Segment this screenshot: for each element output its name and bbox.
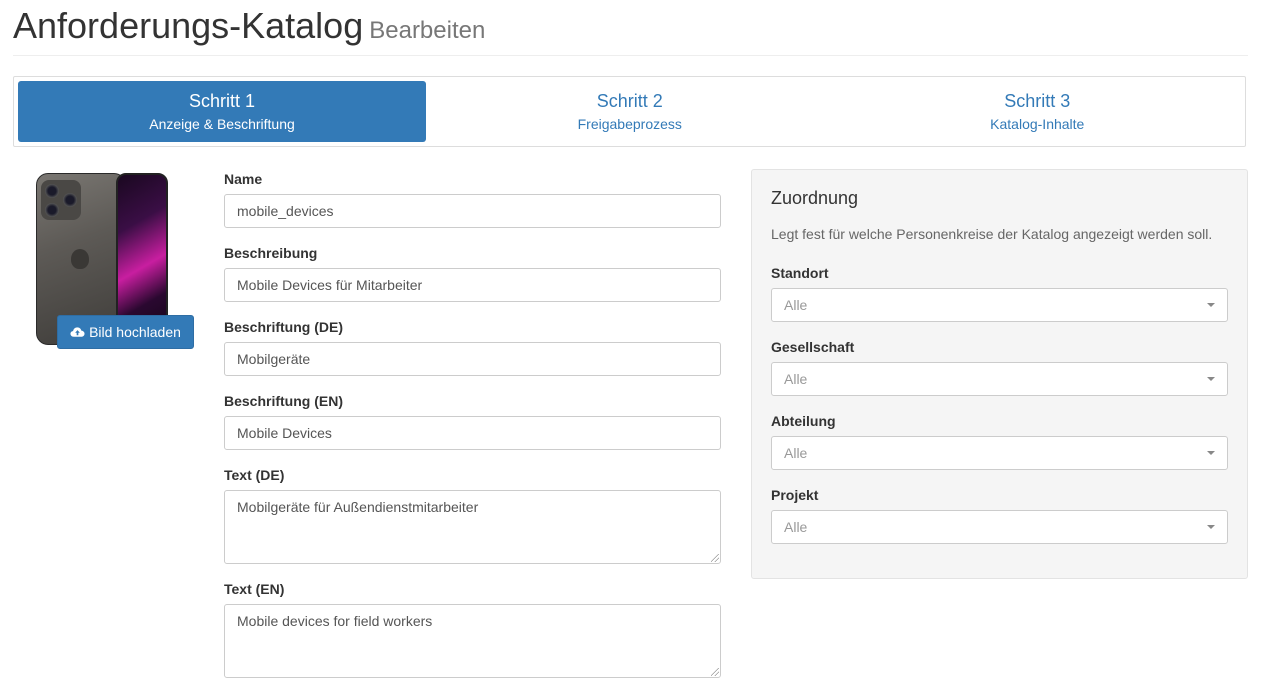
text-de-textarea[interactable]: Mobilgeräte für Außendienstmitarbeiter	[224, 490, 721, 564]
text-de-label: Text (DE)	[224, 467, 285, 483]
project-label: Projekt	[771, 487, 819, 503]
page-header: Anforderungs-Katalog Bearbeiten	[13, 6, 1248, 56]
wizard-step-3[interactable]: Schritt 3 Katalog-Inhalte	[834, 81, 1242, 142]
text-en-textarea[interactable]: Mobile devices for field workers	[224, 604, 721, 678]
step-title: Schritt 3	[1004, 90, 1071, 111]
step-subtitle: Freigabeprozess	[577, 115, 682, 132]
resize-handle[interactable]	[711, 668, 719, 676]
caption-en-input[interactable]: Mobile Devices	[224, 416, 721, 450]
apple-logo	[71, 249, 89, 269]
chevron-down-icon	[1207, 377, 1215, 381]
name-label: Name	[224, 171, 263, 187]
wizard-step-2[interactable]: Schritt 2 Freigabeprozess	[426, 81, 834, 142]
select-value: Alle	[784, 445, 808, 461]
wizard-steps: Schritt 1 Anzeige & Beschriftung Schritt…	[13, 76, 1246, 147]
step-subtitle: Katalog-Inhalte	[990, 115, 1085, 132]
location-label: Standort	[771, 265, 829, 281]
resize-handle[interactable]	[711, 554, 719, 562]
description-input[interactable]: Mobile Devices für Mitarbeiter	[224, 268, 721, 302]
select-value: Alle	[784, 371, 808, 387]
step-subtitle: Anzeige & Beschriftung	[149, 115, 295, 132]
camera-lens	[45, 184, 59, 198]
company-label: Gesellschaft	[771, 339, 855, 355]
chevron-down-icon	[1207, 451, 1215, 455]
description-label: Beschreibung	[224, 245, 318, 261]
department-select[interactable]: Alle	[771, 436, 1228, 470]
camera-lens	[45, 203, 59, 217]
caption-en-label: Beschriftung (EN)	[224, 393, 343, 409]
camera-module	[41, 180, 81, 220]
department-label: Abteilung	[771, 413, 836, 429]
assignment-description: Legt fest für welche Personenkreise der …	[771, 226, 1213, 242]
wizard-step-1[interactable]: Schritt 1 Anzeige & Beschriftung	[18, 81, 426, 142]
cloud-upload-icon	[70, 327, 85, 337]
company-select[interactable]: Alle	[771, 362, 1228, 396]
assignment-panel: Zuordnung Legt fest für welche Personenk…	[751, 169, 1248, 579]
project-select[interactable]: Alle	[771, 510, 1228, 544]
upload-image-button[interactable]: Bild hochladen	[57, 315, 194, 349]
select-value: Alle	[784, 297, 808, 313]
text-en-label: Text (EN)	[224, 581, 285, 597]
assignment-title: Zuordnung	[771, 188, 859, 208]
location-select[interactable]: Alle	[771, 288, 1228, 322]
page-subtitle: Bearbeiten	[369, 17, 486, 44]
upload-button-label: Bild hochladen	[89, 324, 181, 340]
camera-lens	[63, 193, 77, 207]
name-input[interactable]: mobile_devices	[224, 194, 721, 228]
text-en-value: Mobile devices for field workers	[237, 613, 433, 629]
step-title: Schritt 1	[188, 90, 256, 111]
caption-de-input[interactable]: Mobilgeräte	[224, 342, 721, 376]
caption-de-label: Beschriftung (DE)	[224, 319, 343, 335]
page-title: Anforderungs-Katalog	[13, 5, 364, 46]
step-title: Schritt 2	[596, 90, 663, 111]
chevron-down-icon	[1207, 525, 1215, 529]
select-value: Alle	[784, 519, 808, 535]
chevron-down-icon	[1207, 303, 1215, 307]
text-de-value: Mobilgeräte für Außendienstmitarbeiter	[237, 499, 479, 515]
